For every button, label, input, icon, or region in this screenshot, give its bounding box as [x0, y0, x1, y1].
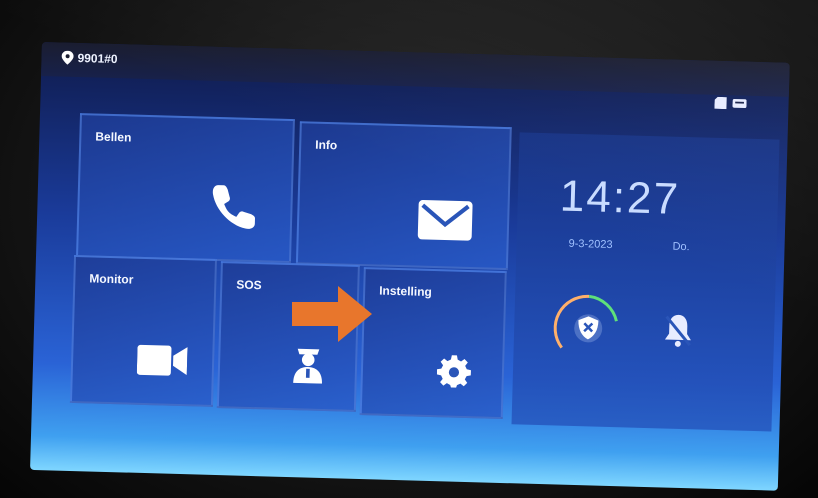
touch-screen: 9901#0 Bellen Info Monitor SOS Instellin… — [30, 42, 790, 491]
tile-bellen-label: Bellen — [95, 129, 132, 145]
location-indicator: 9901#0 — [61, 50, 118, 67]
tile-sos-label: SOS — [236, 277, 262, 293]
memory-icon — [732, 98, 747, 109]
clock-day: Do. — [672, 240, 690, 254]
tile-monitor-label: Monitor — [89, 271, 134, 287]
arm-status-button[interactable] — [549, 289, 627, 367]
shield-x-icon — [574, 314, 603, 343]
clock-date: 9-3-2023 — [568, 237, 613, 252]
bell-muted-icon[interactable] — [662, 312, 695, 349]
tile-instelling[interactable]: Instelling — [359, 267, 507, 420]
clock-time: 14:27 — [559, 171, 681, 224]
tile-monitor[interactable]: Monitor — [69, 254, 218, 407]
location-label: 9901#0 — [77, 51, 118, 67]
tile-bellen[interactable]: Bellen — [76, 113, 295, 264]
tile-info[interactable]: Info — [295, 121, 512, 271]
tile-info-label: Info — [315, 137, 338, 153]
orange-arrow-icon — [292, 286, 372, 342]
clock-panel: 14:27 9-3-2023 Do. — [511, 132, 780, 432]
status-icons — [714, 96, 747, 110]
phone-icon — [212, 185, 255, 229]
video-camera-icon — [136, 344, 188, 376]
gear-icon — [436, 355, 472, 388]
location-pin-icon — [61, 50, 74, 65]
envelope-icon — [417, 199, 473, 241]
security-guard-icon — [293, 348, 322, 384]
tile-instelling-label: Instelling — [378, 283, 433, 299]
sd-card-icon — [714, 96, 727, 110]
